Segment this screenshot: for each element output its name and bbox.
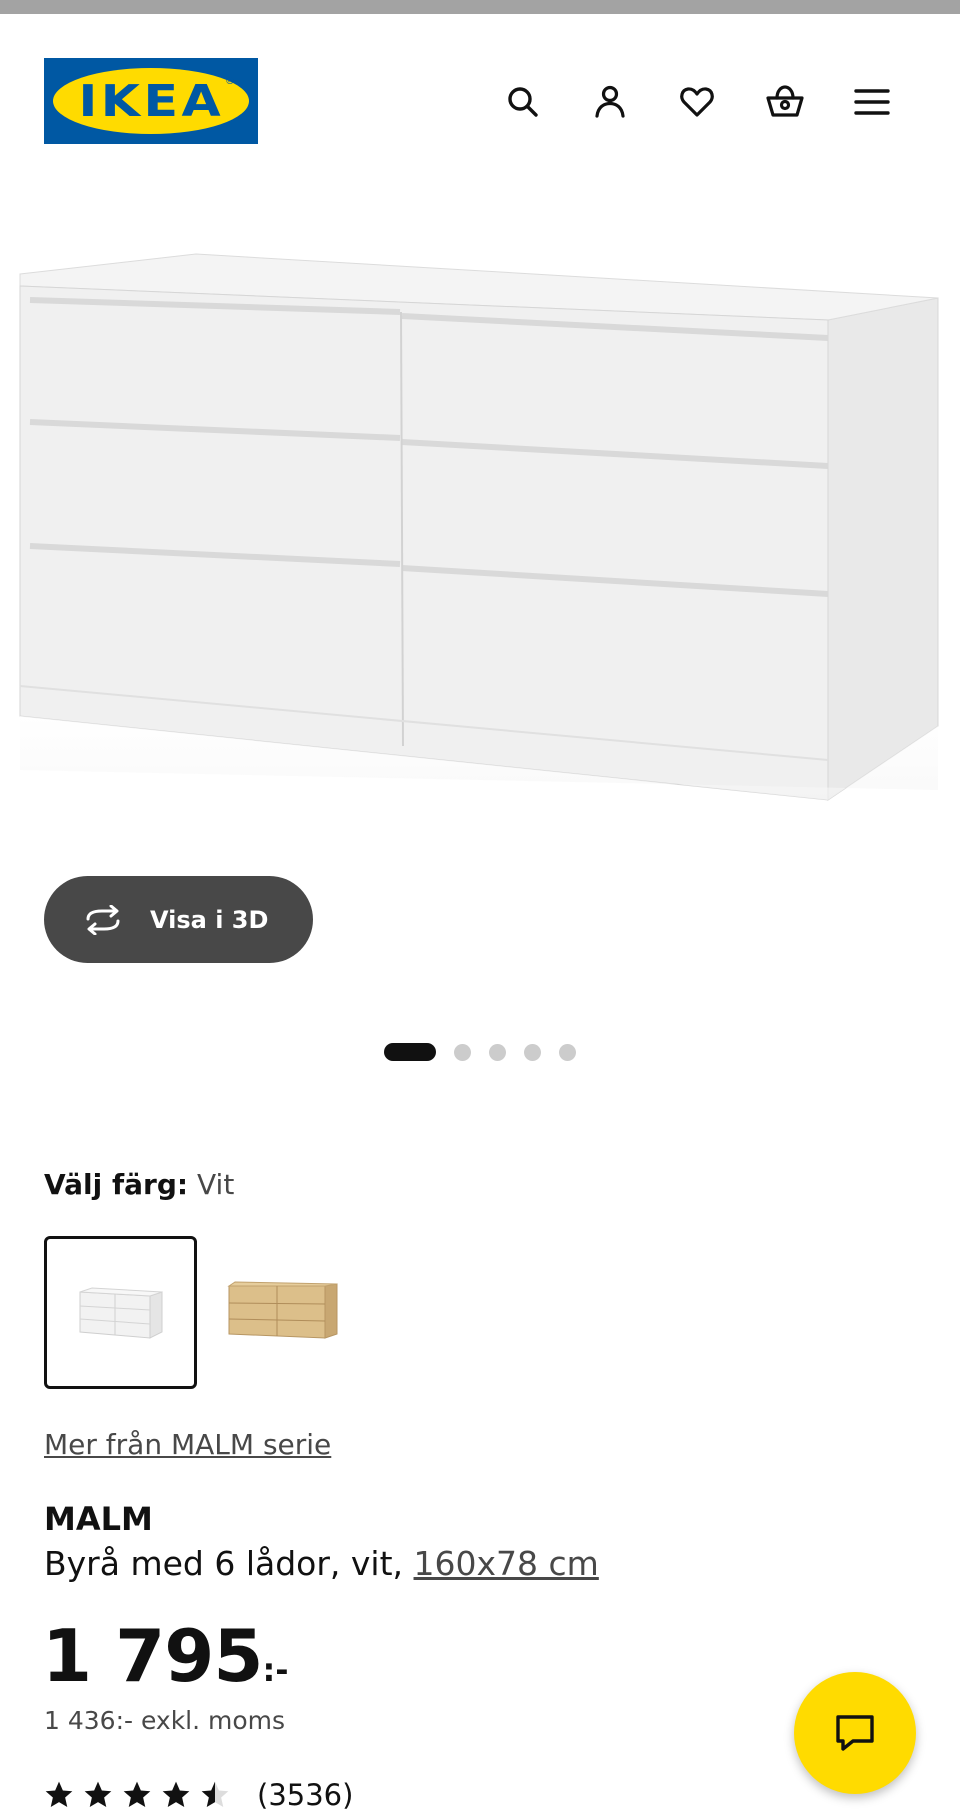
chat-icon (836, 1715, 874, 1751)
star-full-icon (123, 1781, 151, 1807)
product-price: 1 795:- (42, 1614, 289, 1698)
carousel-indicator (0, 1042, 960, 1061)
search-icon[interactable] (499, 78, 547, 126)
price-excl-vat: 1 436:- exkl. moms (44, 1706, 286, 1735)
color-option-oak[interactable] (206, 1236, 359, 1389)
star-full-icon (162, 1781, 190, 1807)
carousel-dot-4[interactable] (524, 1044, 541, 1061)
star-half-icon (201, 1781, 229, 1807)
product-description-text: Byrå med 6 lådor, vit, (44, 1544, 404, 1583)
header-nav (0, 78, 960, 126)
star-full-icon (84, 1781, 112, 1807)
rotate-3d-icon (86, 904, 120, 935)
color-selector-heading: Välj färg: Vit (44, 1168, 234, 1201)
site-header: IKEA ® (0, 14, 960, 162)
menu-icon[interactable] (848, 78, 896, 126)
color-option-white[interactable] (44, 1236, 197, 1389)
basket-icon[interactable] (761, 78, 809, 126)
dresser-illustration (0, 230, 960, 870)
product-description: Byrå med 6 lådor, vit, 160x78 cm (44, 1544, 599, 1583)
product-name: MALM (44, 1500, 153, 1538)
price-suffix: :- (262, 1651, 289, 1689)
account-icon[interactable] (586, 78, 634, 126)
oak-dresser-thumbnail (226, 1280, 337, 1339)
product-size-link[interactable]: 160x78 cm (414, 1544, 599, 1583)
chat-button[interactable] (794, 1672, 916, 1794)
view-in-3d-label: Visa i 3D (150, 905, 269, 934)
series-link[interactable]: Mer från MALM serie (44, 1428, 331, 1461)
carousel-dot-3[interactable] (489, 1044, 506, 1061)
product-rating[interactable]: (3536) (42, 1776, 353, 1814)
view-in-3d-button[interactable]: Visa i 3D (44, 876, 313, 963)
rating-count: (3536) (257, 1778, 354, 1812)
heart-icon[interactable] (673, 78, 721, 126)
status-bar-strip (0, 0, 960, 14)
color-value: Vit (197, 1168, 235, 1201)
white-dresser-thumbnail (79, 1286, 162, 1339)
carousel-dot-2[interactable] (454, 1044, 471, 1061)
price-main: 1 795 (42, 1614, 263, 1698)
color-label: Välj färg: (44, 1168, 189, 1201)
product-image[interactable] (0, 230, 960, 870)
carousel-dot-5[interactable] (559, 1044, 576, 1061)
star-full-icon (45, 1781, 73, 1807)
carousel-dot-1[interactable] (384, 1043, 436, 1061)
